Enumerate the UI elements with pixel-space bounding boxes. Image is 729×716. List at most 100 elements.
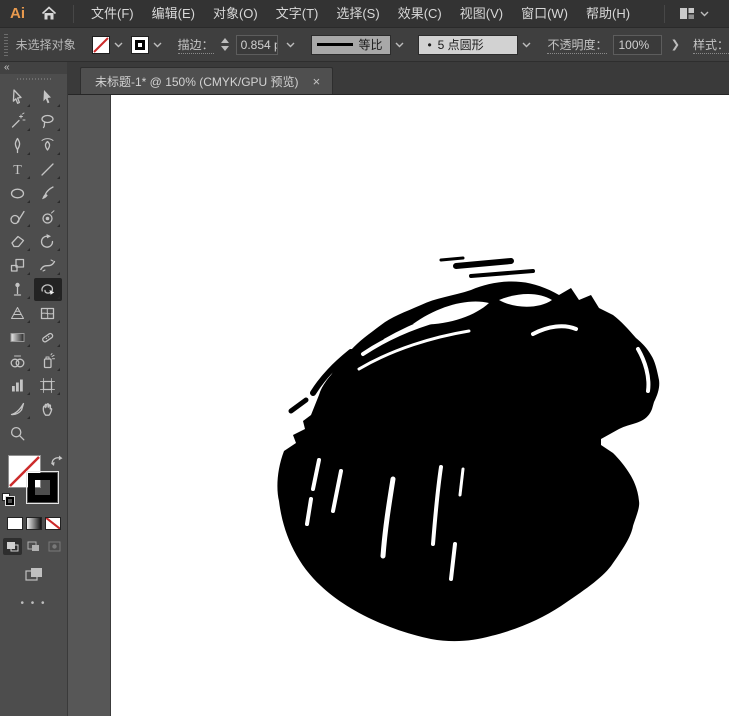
curvature-tool-icon	[39, 137, 56, 154]
home-button[interactable]	[33, 6, 65, 21]
width-tool-icon	[39, 257, 56, 274]
edit-toolbar-button[interactable]: • • •	[0, 598, 67, 609]
fill-dropdown-button[interactable]	[112, 40, 125, 50]
fill-color-swatch[interactable]	[92, 36, 110, 54]
ai-logo: Ai	[0, 5, 33, 22]
menu-separator	[73, 5, 74, 23]
stroke-weight-dropdown[interactable]	[284, 40, 297, 50]
close-tab-button[interactable]: ×	[311, 74, 323, 89]
rotate-tool-icon	[39, 233, 56, 250]
tools-panel-grip[interactable]	[0, 74, 67, 84]
draw-behind-icon	[27, 541, 40, 552]
stroke-dropdown-button[interactable]	[151, 40, 164, 50]
stroke-color-swatch[interactable]	[131, 36, 149, 54]
perspective-grid-tool[interactable]	[4, 302, 32, 325]
opacity-input[interactable]: 100%	[613, 35, 661, 55]
style-panel-link[interactable]: 样式：	[693, 36, 729, 54]
menu-type[interactable]: 文字(T)	[267, 0, 328, 28]
rotate-tool[interactable]	[34, 230, 62, 253]
brush-name: 5 点圆形	[438, 36, 484, 53]
eyedropper-tool[interactable]	[34, 326, 62, 349]
zoom-tool-icon	[9, 425, 26, 442]
shape-builder-tool[interactable]	[4, 350, 32, 373]
curvature-tool[interactable]	[34, 134, 62, 157]
line-segment-tool[interactable]	[34, 158, 62, 181]
direct-selection-tool[interactable]	[34, 86, 62, 109]
swap-fill-stroke-button[interactable]	[50, 455, 63, 470]
draw-normal-button[interactable]	[3, 538, 22, 555]
arrange-documents-icon	[679, 7, 695, 20]
symbol-sprayer-tool[interactable]	[34, 350, 62, 373]
brush-definition-select[interactable]: • 5 点圆形	[418, 35, 518, 55]
home-icon	[41, 6, 57, 21]
collapse-panel-button[interactable]: «	[4, 63, 10, 73]
draw-inside-button[interactable]	[45, 538, 64, 555]
width-tool[interactable]	[34, 254, 62, 277]
lasso-tool[interactable]	[34, 110, 62, 133]
opacity-more-button[interactable]: ❯	[668, 38, 683, 51]
stroke-profile-select[interactable]: 等比	[311, 35, 391, 55]
gradient-tool[interactable]	[4, 326, 32, 349]
control-bar-grip[interactable]	[4, 34, 8, 56]
default-fill-stroke-button[interactable]	[2, 493, 18, 509]
menu-edit[interactable]: 编辑(E)	[143, 0, 204, 28]
menu-file[interactable]: 文件(F)	[82, 0, 143, 28]
menu-effect[interactable]: 效果(C)	[389, 0, 451, 28]
magic-wand-tool[interactable]	[4, 110, 32, 133]
gradient-button[interactable]	[26, 517, 42, 530]
stroke-weight-input[interactable]: 0.854 pt	[236, 35, 279, 55]
opacity-panel-link[interactable]: 不透明度：	[547, 36, 607, 54]
rotate-view-tool[interactable]	[34, 278, 62, 301]
chevron-down-icon	[700, 11, 709, 17]
selection-tool[interactable]	[4, 86, 32, 109]
change-screen-mode-button[interactable]	[0, 567, 67, 582]
document-tab[interactable]: 未标题-1* @ 150% (CMYK/GPU 预览) ×	[80, 67, 333, 94]
paintbrush-tool-icon	[39, 185, 56, 202]
grip-dots-icon	[17, 78, 51, 80]
zoom-tool[interactable]	[4, 422, 32, 445]
menu-view[interactable]: 视图(V)	[451, 0, 512, 28]
magic-wand-tool-icon	[9, 113, 26, 130]
stroke-weight-stepper[interactable]	[220, 38, 230, 51]
arrange-documents-button[interactable]	[673, 7, 715, 20]
stroke-proxy-swatch[interactable]	[26, 471, 59, 504]
menu-window[interactable]: 窗口(W)	[512, 0, 577, 28]
hand-tool[interactable]	[34, 398, 62, 421]
pen-tool[interactable]	[4, 134, 32, 157]
menu-help[interactable]: 帮助(H)	[577, 0, 639, 28]
color-button[interactable]	[7, 517, 23, 530]
artboard-tool[interactable]	[34, 374, 62, 397]
paintbrush-tool[interactable]	[34, 182, 62, 205]
ellipse-tool[interactable]	[4, 182, 32, 205]
svg-text:T: T	[13, 163, 22, 178]
draw-behind-button[interactable]	[24, 538, 43, 555]
shaper-tool[interactable]	[4, 206, 32, 229]
shaper-tool-icon	[9, 209, 26, 226]
stepper-up-icon	[221, 38, 229, 43]
lasso-tool-icon	[39, 113, 56, 130]
chevron-down-icon	[153, 42, 162, 48]
slice-tool[interactable]	[4, 398, 32, 421]
stepper-down-icon	[221, 46, 229, 51]
brush-dropdown[interactable]	[520, 40, 533, 50]
column-graph-tool[interactable]	[4, 374, 32, 397]
none-button[interactable]	[45, 517, 61, 530]
type-tool[interactable]: T	[4, 158, 32, 181]
blob-brush-tool[interactable]	[34, 206, 62, 229]
draw-normal-icon	[6, 541, 19, 552]
artboard[interactable]	[110, 95, 729, 716]
canvas-pasteboard[interactable]	[68, 95, 729, 716]
stroke-panel-link[interactable]: 描边：	[178, 36, 214, 54]
mesh-tool[interactable]	[34, 302, 62, 325]
fill-stroke-controls	[0, 455, 67, 511]
stroke-profile-dropdown[interactable]	[393, 40, 406, 50]
pen-tool-icon	[9, 137, 26, 154]
puppet-warp-tool[interactable]	[4, 278, 32, 301]
eraser-tool[interactable]	[4, 230, 32, 253]
eagle-artwork[interactable]	[263, 248, 683, 648]
line-segment-tool-icon	[39, 161, 56, 178]
menu-object[interactable]: 对象(O)	[204, 0, 267, 28]
selection-tool-icon	[9, 89, 26, 106]
scale-tool[interactable]	[4, 254, 32, 277]
menu-select[interactable]: 选择(S)	[327, 0, 388, 28]
